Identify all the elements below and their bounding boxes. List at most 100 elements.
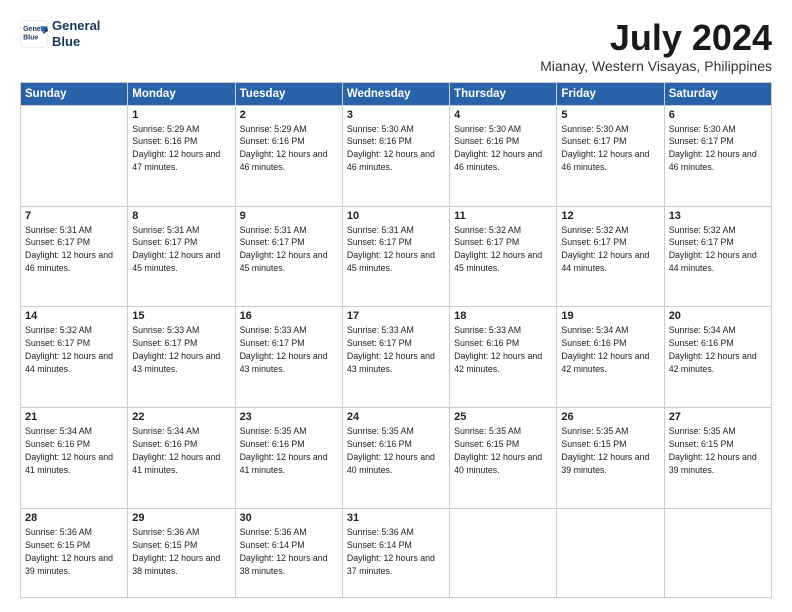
day-number: 11 bbox=[454, 210, 552, 222]
calendar-cell: 7 Sunrise: 5:31 AM Sunset: 6:17 PM Daylig… bbox=[21, 206, 128, 307]
calendar-cell bbox=[21, 105, 128, 206]
calendar-week-row: 21 Sunrise: 5:34 AM Sunset: 6:16 PM Dayli… bbox=[21, 408, 772, 509]
col-saturday: Saturday bbox=[664, 82, 771, 105]
calendar-cell: 16 Sunrise: 5:33 AM Sunset: 6:17 PM Dayli… bbox=[235, 307, 342, 408]
day-info: Sunrise: 5:32 AM Sunset: 6:17 PM Dayligh… bbox=[561, 224, 659, 275]
calendar-cell: 20 Sunrise: 5:34 AM Sunset: 6:16 PM Dayli… bbox=[664, 307, 771, 408]
day-info: Sunrise: 5:33 AM Sunset: 6:16 PM Dayligh… bbox=[454, 324, 552, 375]
day-info: Sunrise: 5:33 AM Sunset: 6:17 PM Dayligh… bbox=[347, 324, 445, 375]
day-number: 13 bbox=[669, 210, 767, 222]
day-number: 3 bbox=[347, 109, 445, 121]
day-info: Sunrise: 5:29 AM Sunset: 6:16 PM Dayligh… bbox=[240, 123, 338, 174]
day-info: Sunrise: 5:35 AM Sunset: 6:15 PM Dayligh… bbox=[561, 425, 659, 476]
day-number: 14 bbox=[25, 310, 123, 322]
col-tuesday: Tuesday bbox=[235, 82, 342, 105]
col-thursday: Thursday bbox=[450, 82, 557, 105]
calendar-week-row: 28 Sunrise: 5:36 AM Sunset: 6:15 PM Dayli… bbox=[21, 509, 772, 598]
logo: General Blue General Blue bbox=[20, 18, 100, 49]
calendar-cell: 4 Sunrise: 5:30 AM Sunset: 6:16 PM Daylig… bbox=[450, 105, 557, 206]
day-info: Sunrise: 5:35 AM Sunset: 6:15 PM Dayligh… bbox=[454, 425, 552, 476]
calendar-cell: 12 Sunrise: 5:32 AM Sunset: 6:17 PM Dayli… bbox=[557, 206, 664, 307]
calendar-week-row: 14Sunrise: 5:32 AM Sunset: 6:17 PM Dayli… bbox=[21, 307, 772, 408]
calendar-cell: 22 Sunrise: 5:34 AM Sunset: 6:16 PM Dayli… bbox=[128, 408, 235, 509]
day-info: Sunrise: 5:32 AM Sunset: 6:17 PM Dayligh… bbox=[454, 224, 552, 275]
day-number: 5 bbox=[561, 109, 659, 121]
calendar-cell: 5 Sunrise: 5:30 AM Sunset: 6:17 PM Daylig… bbox=[557, 105, 664, 206]
logo-icon: General Blue bbox=[20, 20, 48, 48]
day-number: 17 bbox=[347, 310, 445, 322]
calendar-cell: 24 Sunrise: 5:35 AM Sunset: 6:16 PM Dayli… bbox=[342, 408, 449, 509]
day-info: Sunrise: 5:33 AM Sunset: 6:17 PM Dayligh… bbox=[132, 324, 230, 375]
calendar-cell: 26 Sunrise: 5:35 AM Sunset: 6:15 PM Dayli… bbox=[557, 408, 664, 509]
calendar-cell: 25Sunrise: 5:35 AM Sunset: 6:15 PM Dayli… bbox=[450, 408, 557, 509]
day-number: 19 bbox=[561, 310, 659, 322]
day-number: 12 bbox=[561, 210, 659, 222]
day-info: Sunrise: 5:30 AM Sunset: 6:16 PM Dayligh… bbox=[347, 123, 445, 174]
day-number: 20 bbox=[669, 310, 767, 322]
day-number: 7 bbox=[25, 210, 123, 222]
day-number: 21 bbox=[25, 411, 123, 423]
calendar-cell: 9Sunrise: 5:31 AM Sunset: 6:17 PM Daylig… bbox=[235, 206, 342, 307]
calendar-cell: 28 Sunrise: 5:36 AM Sunset: 6:15 PM Dayli… bbox=[21, 509, 128, 598]
col-wednesday: Wednesday bbox=[342, 82, 449, 105]
calendar-cell bbox=[450, 509, 557, 598]
day-number: 27 bbox=[669, 411, 767, 423]
day-number: 22 bbox=[132, 411, 230, 423]
calendar-cell: 21 Sunrise: 5:34 AM Sunset: 6:16 PM Dayli… bbox=[21, 408, 128, 509]
day-info: Sunrise: 5:31 AM Sunset: 6:17 PM Dayligh… bbox=[132, 224, 230, 275]
day-info: Sunrise: 5:31 AM Sunset: 6:17 PM Dayligh… bbox=[25, 224, 123, 275]
day-info: Sunrise: 5:35 AM Sunset: 6:16 PM Dayligh… bbox=[240, 425, 338, 476]
day-info: Sunrise: 5:34 AM Sunset: 6:16 PM Dayligh… bbox=[25, 425, 123, 476]
day-info: Sunrise: 5:33 AM Sunset: 6:17 PM Dayligh… bbox=[240, 324, 338, 375]
day-number: 9 bbox=[240, 210, 338, 222]
calendar-cell: 30Sunrise: 5:36 AM Sunset: 6:14 PM Dayli… bbox=[235, 509, 342, 598]
day-info: Sunrise: 5:34 AM Sunset: 6:16 PM Dayligh… bbox=[669, 324, 767, 375]
calendar-header-row: Sunday Monday Tuesday Wednesday Thursday… bbox=[21, 82, 772, 105]
calendar-cell: 19 Sunrise: 5:34 AM Sunset: 6:16 PM Dayli… bbox=[557, 307, 664, 408]
day-info: Sunrise: 5:36 AM Sunset: 6:15 PM Dayligh… bbox=[25, 526, 123, 577]
col-sunday: Sunday bbox=[21, 82, 128, 105]
calendar-cell: 27 Sunrise: 5:35 AM Sunset: 6:15 PM Dayli… bbox=[664, 408, 771, 509]
day-info: Sunrise: 5:35 AM Sunset: 6:16 PM Dayligh… bbox=[347, 425, 445, 476]
col-monday: Monday bbox=[128, 82, 235, 105]
calendar-cell: 14Sunrise: 5:32 AM Sunset: 6:17 PM Dayli… bbox=[21, 307, 128, 408]
calendar-cell: 8Sunrise: 5:31 AM Sunset: 6:17 PM Daylig… bbox=[128, 206, 235, 307]
day-number: 24 bbox=[347, 411, 445, 423]
day-info: Sunrise: 5:30 AM Sunset: 6:16 PM Dayligh… bbox=[454, 123, 552, 174]
logo-text: General Blue bbox=[52, 18, 100, 49]
day-info: Sunrise: 5:36 AM Sunset: 6:15 PM Dayligh… bbox=[132, 526, 230, 577]
calendar-cell: 1Sunrise: 5:29 AM Sunset: 6:16 PM Daylig… bbox=[128, 105, 235, 206]
calendar-cell: 23 Sunrise: 5:35 AM Sunset: 6:16 PM Dayli… bbox=[235, 408, 342, 509]
day-info: Sunrise: 5:34 AM Sunset: 6:16 PM Dayligh… bbox=[561, 324, 659, 375]
title-block: July 2024 Mianay, Western Visayas, Phili… bbox=[540, 18, 772, 74]
day-number: 6 bbox=[669, 109, 767, 121]
day-number: 4 bbox=[454, 109, 552, 121]
calendar-week-row: 7 Sunrise: 5:31 AM Sunset: 6:17 PM Daylig… bbox=[21, 206, 772, 307]
day-number: 29 bbox=[132, 512, 230, 524]
day-number: 15 bbox=[132, 310, 230, 322]
calendar-cell: 31Sunrise: 5:36 AM Sunset: 6:14 PM Dayli… bbox=[342, 509, 449, 598]
calendar-cell: 29 Sunrise: 5:36 AM Sunset: 6:15 PM Dayli… bbox=[128, 509, 235, 598]
svg-text:Blue: Blue bbox=[23, 34, 38, 41]
calendar-cell: 3 Sunrise: 5:30 AM Sunset: 6:16 PM Daylig… bbox=[342, 105, 449, 206]
day-number: 26 bbox=[561, 411, 659, 423]
subtitle: Mianay, Western Visayas, Philippines bbox=[540, 58, 772, 74]
day-info: Sunrise: 5:35 AM Sunset: 6:15 PM Dayligh… bbox=[669, 425, 767, 476]
day-info: Sunrise: 5:36 AM Sunset: 6:14 PM Dayligh… bbox=[240, 526, 338, 577]
day-number: 31 bbox=[347, 512, 445, 524]
day-info: Sunrise: 5:32 AM Sunset: 6:17 PM Dayligh… bbox=[669, 224, 767, 275]
calendar-cell bbox=[664, 509, 771, 598]
day-info: Sunrise: 5:34 AM Sunset: 6:16 PM Dayligh… bbox=[132, 425, 230, 476]
day-number: 10 bbox=[347, 210, 445, 222]
day-number: 16 bbox=[240, 310, 338, 322]
col-friday: Friday bbox=[557, 82, 664, 105]
day-info: Sunrise: 5:30 AM Sunset: 6:17 PM Dayligh… bbox=[561, 123, 659, 174]
day-info: Sunrise: 5:31 AM Sunset: 6:17 PM Dayligh… bbox=[347, 224, 445, 275]
main-title: July 2024 bbox=[540, 18, 772, 58]
day-info: Sunrise: 5:29 AM Sunset: 6:16 PM Dayligh… bbox=[132, 123, 230, 174]
calendar-cell: 17 Sunrise: 5:33 AM Sunset: 6:17 PM Dayli… bbox=[342, 307, 449, 408]
calendar-table: Sunday Monday Tuesday Wednesday Thursday… bbox=[20, 82, 772, 598]
calendar-week-row: 1Sunrise: 5:29 AM Sunset: 6:16 PM Daylig… bbox=[21, 105, 772, 206]
day-number: 23 bbox=[240, 411, 338, 423]
day-number: 28 bbox=[25, 512, 123, 524]
